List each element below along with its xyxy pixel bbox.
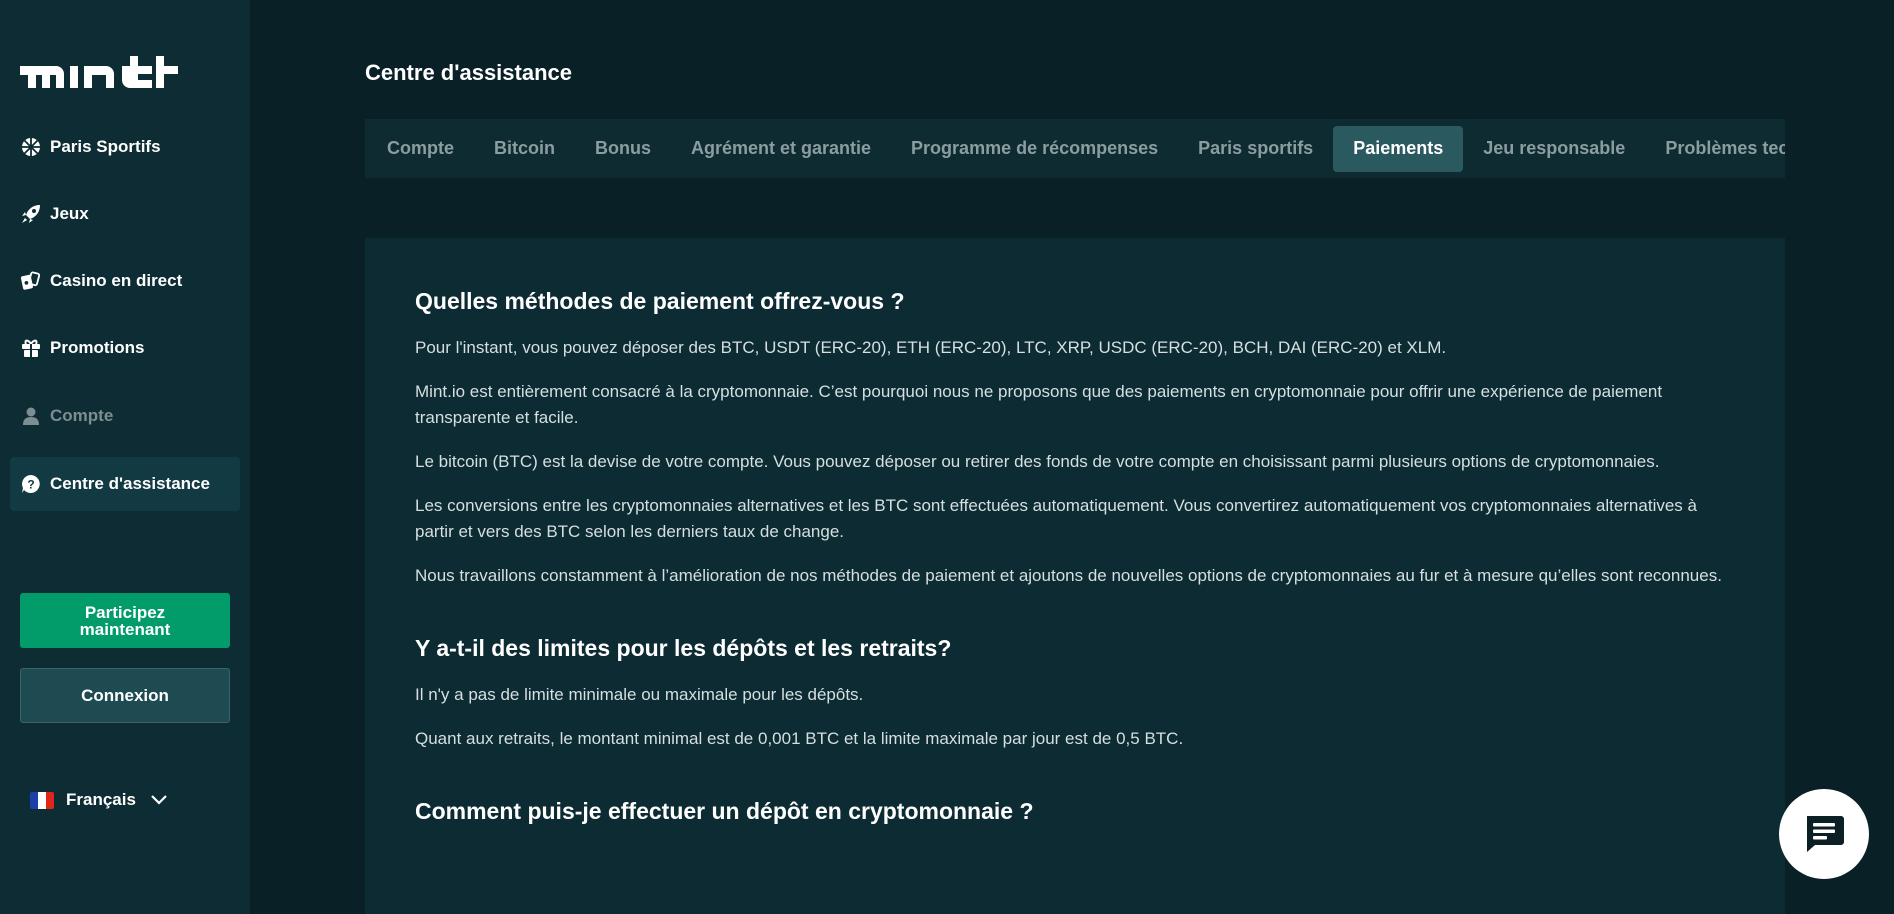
language-label: Français bbox=[66, 790, 136, 809]
user-icon bbox=[20, 405, 42, 427]
faq-item: Quelles méthodes de paiement offrez-vous… bbox=[415, 288, 1735, 589]
language-selector[interactable]: Français bbox=[30, 790, 168, 810]
faq-item: Y a-t-il des limites pour les dépôts et … bbox=[415, 635, 1735, 752]
tab-paiements[interactable]: Paiements bbox=[1333, 125, 1464, 172]
page-title: Centre d'assistance bbox=[365, 60, 572, 85]
help-category-tabs: Compte Bitcoin Bonus Agrément et garanti… bbox=[365, 119, 1785, 178]
tab-paris-sportifs[interactable]: Paris sportifs bbox=[1178, 126, 1333, 172]
tab-problemes-techniques[interactable]: Problèmes techniques bbox=[1645, 126, 1785, 172]
tab-bitcoin[interactable]: Bitcoin bbox=[474, 126, 575, 172]
faq-answer-paragraph: Quant aux retraits, le montant minimal e… bbox=[415, 729, 1184, 748]
faq-answer-paragraph: Mint.io est entièrement consacré à la cr… bbox=[415, 382, 1663, 427]
faq-answer-paragraph: Les conversions entre les cryptomonnaies… bbox=[415, 496, 1697, 541]
faq-answer-paragraph: Il n'y a pas de limite minimale ou maxim… bbox=[415, 685, 864, 704]
faq-question: Y a-t-il des limites pour les dépôts et … bbox=[415, 635, 952, 661]
sidebar-item-label: Centre d'assistance bbox=[50, 474, 210, 493]
sidebar-item-label: Casino en direct bbox=[50, 271, 183, 290]
faq-question: Quelles méthodes de paiement offrez-vous… bbox=[415, 288, 905, 314]
france-flag-icon bbox=[30, 791, 54, 809]
chat-icon bbox=[1807, 816, 1844, 852]
tab-jeu-responsable[interactable]: Jeu responsable bbox=[1463, 126, 1645, 172]
tab-compte[interactable]: Compte bbox=[367, 126, 474, 172]
tab-agrement-garantie[interactable]: Agrément et garantie bbox=[671, 126, 891, 172]
sports-ball-icon bbox=[20, 136, 42, 158]
sidebar-item-label: Jeux bbox=[50, 204, 89, 223]
login-button[interactable]: Connexion bbox=[20, 668, 230, 723]
sidebar: mint Paris Sportifs Jeux Casino en direc… bbox=[0, 0, 250, 914]
cards-icon bbox=[20, 270, 42, 292]
faq-content: Quelles méthodes de paiement offrez-vous… bbox=[365, 238, 1785, 914]
sidebar-item-paris-sportifs[interactable]: Paris Sportifs bbox=[10, 120, 240, 174]
help-icon: ? bbox=[20, 473, 42, 495]
sidebar-item-label: Promotions bbox=[50, 338, 145, 357]
sidebar-item-promotions[interactable]: Promotions bbox=[10, 321, 240, 375]
sidebar-item-label: Compte bbox=[50, 406, 114, 425]
faq-item: Comment puis-je effectuer un dépôt en cr… bbox=[415, 798, 1735, 825]
faq-answer-paragraph: Pour l'instant, vous pouvez déposer des … bbox=[415, 338, 1447, 357]
rocket-icon bbox=[20, 203, 42, 225]
tab-bonus[interactable]: Bonus bbox=[575, 126, 671, 172]
sidebar-item-jeux[interactable]: Jeux bbox=[10, 187, 240, 241]
svg-text:?: ? bbox=[27, 478, 34, 492]
sidebar-item-compte[interactable]: Compte bbox=[10, 389, 240, 443]
faq-answer-paragraph: Le bitcoin (BTC) est la devise de votre … bbox=[415, 452, 1660, 471]
chevron-down-icon bbox=[151, 795, 167, 805]
gift-icon bbox=[20, 337, 42, 359]
tab-programme-recompenses[interactable]: Programme de récompenses bbox=[891, 126, 1178, 172]
sidebar-item-label: Paris Sportifs bbox=[50, 137, 161, 156]
join-now-button[interactable]: Participez maintenant bbox=[20, 593, 230, 648]
mint-logo[interactable]: mint bbox=[20, 56, 178, 88]
faq-question: Comment puis-je effectuer un dépôt en cr… bbox=[415, 798, 1034, 824]
sidebar-item-casino-en-direct[interactable]: Casino en direct bbox=[10, 254, 240, 308]
sidebar-item-centre-assistance[interactable]: ? Centre d'assistance bbox=[10, 457, 240, 511]
chat-button[interactable] bbox=[1779, 789, 1869, 879]
faq-answer-paragraph: Nous travaillons constamment à l’amélior… bbox=[415, 566, 1722, 585]
